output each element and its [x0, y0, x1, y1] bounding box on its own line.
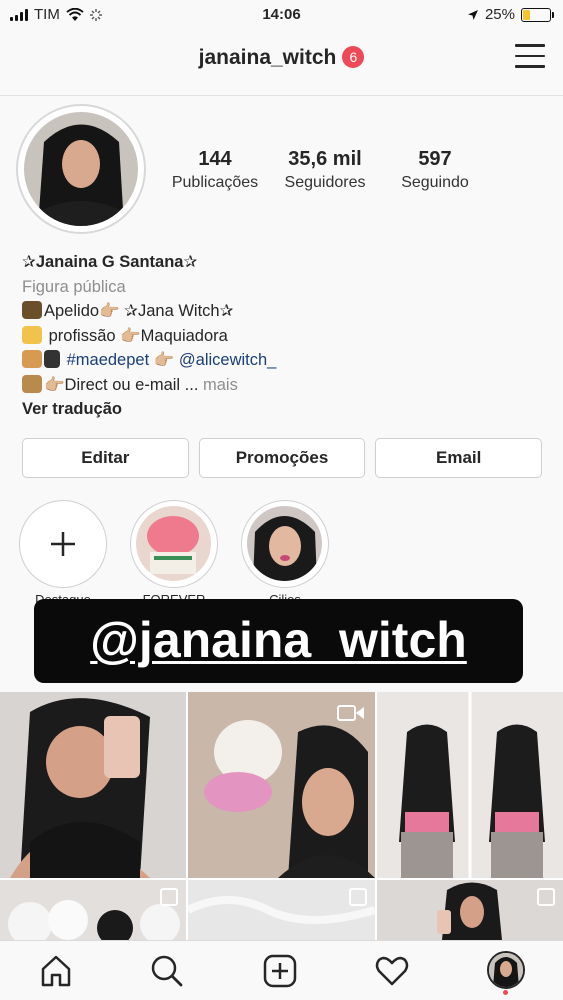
dog-emoji-icon	[22, 350, 42, 368]
heart-icon[interactable]	[374, 953, 410, 989]
profile-avatar[interactable]	[16, 104, 146, 234]
witch-emoji-icon	[22, 301, 42, 319]
following-label: Seguindo	[401, 174, 469, 191]
new-highlight-button[interactable]	[19, 500, 107, 588]
location-arrow-icon	[467, 9, 478, 20]
home-icon[interactable]	[38, 953, 74, 989]
stat-followers[interactable]: 35,6 mil Seguidores	[270, 146, 380, 194]
more-link[interactable]: mais	[203, 376, 238, 394]
bottom-tab-bar	[0, 940, 563, 1000]
profile-bio: ✰Janaina G Santana✰ Figura pública Apeli…	[22, 250, 542, 422]
notification-badge: 6	[342, 46, 365, 68]
highlight-cilios-thumb	[247, 506, 322, 581]
new-post-icon[interactable]	[262, 953, 298, 989]
post-thumbnail[interactable]	[0, 692, 186, 878]
profile-actions: Editar Promoções Email	[22, 438, 543, 478]
highlight-cilios[interactable]	[241, 500, 329, 588]
battery-icon	[521, 7, 554, 22]
posts-count: 144	[198, 148, 232, 170]
email-button[interactable]: Email	[375, 438, 543, 478]
profile-name: ✰Janaina G Santana✰	[22, 253, 198, 271]
highlight-forever[interactable]	[130, 500, 218, 588]
highlight-forever-thumb	[136, 506, 211, 581]
posts-grid	[0, 692, 563, 940]
username-overlay-banner: @janaina_witch	[34, 599, 523, 683]
bio-line-nickname: Apelido👉🏼 ✰Jana Witch✰	[22, 299, 542, 324]
edit-profile-button[interactable]: Editar	[22, 438, 189, 478]
profile-tab-avatar[interactable]	[487, 951, 525, 989]
stat-following[interactable]: 597 Seguindo	[380, 146, 490, 194]
post-thumbnail[interactable]	[188, 880, 375, 940]
package-emoji-icon	[22, 374, 42, 393]
search-icon[interactable]	[149, 953, 185, 989]
translate-link[interactable]: Ver tradução	[22, 397, 542, 422]
video-camera-icon	[337, 705, 364, 721]
video-post-thumbnail[interactable]	[188, 692, 375, 878]
post-thumbnail[interactable]	[377, 692, 563, 878]
bio-line-contact: 👉🏼Direct ou e-mail ... mais	[22, 373, 542, 398]
status-bar: TIM 14:06 25%	[0, 0, 563, 30]
activity-dot	[503, 990, 508, 995]
avatar-photo	[24, 112, 138, 226]
profile-category: Figura pública	[22, 277, 126, 296]
paw-emoji-icon	[44, 350, 60, 368]
post-thumbnail[interactable]	[0, 880, 186, 940]
plus-icon	[51, 532, 75, 556]
posts-label: Publicações	[171, 174, 259, 191]
stat-posts[interactable]: 144 Publicações	[160, 146, 270, 194]
carousel-icon	[537, 888, 555, 906]
mention-link[interactable]: @alicewitch_	[179, 351, 276, 369]
bio-line-pet: #maedepet 👉🏼 @alicewitch_	[22, 348, 542, 373]
profile-header: janaina_witch 6	[0, 30, 563, 96]
username-title[interactable]: janaina_witch	[199, 46, 337, 69]
hamburger-menu-icon[interactable]	[515, 44, 545, 70]
princess-emoji-icon	[22, 325, 42, 344]
promotions-button[interactable]: Promoções	[198, 438, 366, 478]
carousel-icon	[349, 888, 367, 906]
bio-line-profession: profissão 👉🏼Maquiadora	[22, 324, 542, 349]
profile-stats: 144 Publicações 35,6 mil Seguidores 597 …	[160, 146, 490, 194]
post-thumbnail[interactable]	[377, 880, 563, 940]
followers-count: 35,6 mil	[288, 148, 362, 170]
followers-label: Seguidores	[284, 174, 366, 191]
battery-percent: 25%	[484, 6, 515, 23]
hashtag-link[interactable]: #maedepet	[67, 351, 150, 369]
carousel-icon	[160, 888, 178, 906]
following-count: 597	[418, 148, 452, 170]
